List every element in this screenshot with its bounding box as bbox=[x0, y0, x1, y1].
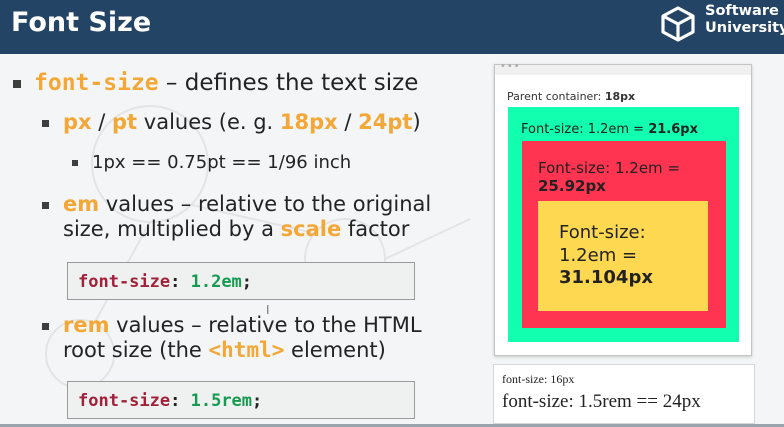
logo-text-line2: University bbox=[705, 20, 784, 36]
window-dots-icon: ••• bbox=[500, 61, 521, 72]
label-text: Font-size: bbox=[559, 222, 646, 243]
bullet-marker bbox=[13, 79, 21, 88]
separator-text: / bbox=[337, 110, 359, 134]
bullet-text: values – relative to the HTML bbox=[109, 313, 422, 337]
rem-demo-card: font-size: 16px font-size: 1.5rem == 24p… bbox=[493, 364, 755, 424]
yellow-box-label: Font-size: 1.2em = 31.104px bbox=[559, 222, 653, 290]
code-punct: ; bbox=[241, 272, 253, 292]
bullet-em: em values – relative to the original siz… bbox=[42, 192, 431, 242]
keyword-font-size: font-size bbox=[34, 70, 159, 96]
yellow-box: Font-size: 1.2em = 31.104px bbox=[538, 201, 708, 311]
example-24pt: 24pt bbox=[358, 110, 413, 134]
code-value: 1.5rem bbox=[190, 391, 253, 411]
slide-header: Font Size Software University bbox=[0, 0, 784, 54]
bullet-marker bbox=[72, 160, 78, 166]
code-property: font-size bbox=[78, 272, 171, 292]
logo-text-line1: Software bbox=[705, 3, 779, 19]
logo-cube-icon bbox=[661, 6, 695, 42]
red-box: Font-size: 1.2em = 25.92px Font-size: 1.2e… bbox=[522, 141, 726, 328]
slide-title: Font Size bbox=[11, 7, 152, 38]
keyword-rem: rem bbox=[63, 313, 110, 337]
code-punct: : bbox=[170, 391, 191, 411]
code-punct: ; bbox=[252, 391, 263, 411]
green-box: Font-size: 1.2em = 21.6px Font-size: 1.2… bbox=[508, 107, 739, 342]
keyword-scale: scale bbox=[280, 216, 342, 241]
bullet-text: element) bbox=[284, 337, 386, 362]
value-text: 18px bbox=[604, 90, 636, 103]
bullet-px-conversion: 1px == 0.75pt == 1/96 inch bbox=[72, 152, 351, 173]
example-18px: 18px bbox=[279, 110, 338, 134]
bullet-px-pt: px / pt values (e. g. 18px / 24pt) bbox=[42, 110, 421, 135]
bullet-text: values (e. g. bbox=[137, 110, 280, 134]
bullet-marker bbox=[42, 119, 49, 127]
code-block-rem: font-size: 1.5rem; bbox=[67, 381, 415, 419]
softuni-logo: Software University bbox=[660, 2, 784, 46]
rem-result-text: font-size: 1.5rem == 24px bbox=[502, 391, 701, 412]
bullet-text: ) bbox=[412, 110, 421, 134]
keyword-px: px bbox=[63, 110, 92, 134]
bullet-text: factor bbox=[341, 216, 410, 241]
red-box-label: Font-size: 1.2em = 25.92px bbox=[538, 159, 680, 195]
keyword-html-tag: <html> bbox=[208, 337, 285, 362]
rem-root-size-text: font-size: 16px bbox=[502, 372, 575, 386]
label-text: 1.2em = bbox=[559, 244, 638, 266]
bullet-text: root size (the bbox=[63, 337, 209, 362]
bullet-marker bbox=[42, 322, 49, 330]
separator-text: / bbox=[91, 110, 113, 134]
label-text: Parent container: bbox=[507, 90, 605, 103]
em-demo-window: ••• Parent container: 18px Font-size: 1.… bbox=[494, 61, 752, 356]
parent-container-label: Parent container: 18px bbox=[507, 90, 635, 103]
bullet-rem: rem values – relative to the HTML root s… bbox=[42, 313, 422, 363]
code-punct: : bbox=[170, 272, 191, 292]
conversion-text: 1px == 0.75pt == 1/96 inch bbox=[92, 152, 352, 173]
bullet-marker bbox=[42, 201, 49, 209]
value-text: 21.6px bbox=[648, 122, 698, 137]
label-text: Font-size: 1.2em = bbox=[538, 159, 681, 177]
bullet-font-size: font-size – defines the text size bbox=[13, 70, 418, 97]
bullet-text: – defines the text size bbox=[158, 70, 419, 96]
window-titlebar: ••• bbox=[495, 61, 751, 75]
keyword-em: em bbox=[63, 192, 100, 216]
label-text: Font-size: 1.2em = bbox=[521, 122, 649, 137]
code-property: font-size bbox=[78, 391, 171, 411]
keyword-pt: pt bbox=[112, 110, 138, 134]
code-block-em: font-size: 1.2em; bbox=[67, 262, 415, 300]
value-text: 31.104px bbox=[559, 267, 653, 288]
green-box-label: Font-size: 1.2em = 21.6px bbox=[521, 122, 698, 137]
value-text: 25.92px bbox=[538, 177, 606, 195]
bullet-text: values – relative to the original bbox=[99, 192, 432, 216]
bullet-text: size, multiplied by a bbox=[63, 216, 281, 241]
code-value: 1.2em bbox=[190, 272, 242, 292]
